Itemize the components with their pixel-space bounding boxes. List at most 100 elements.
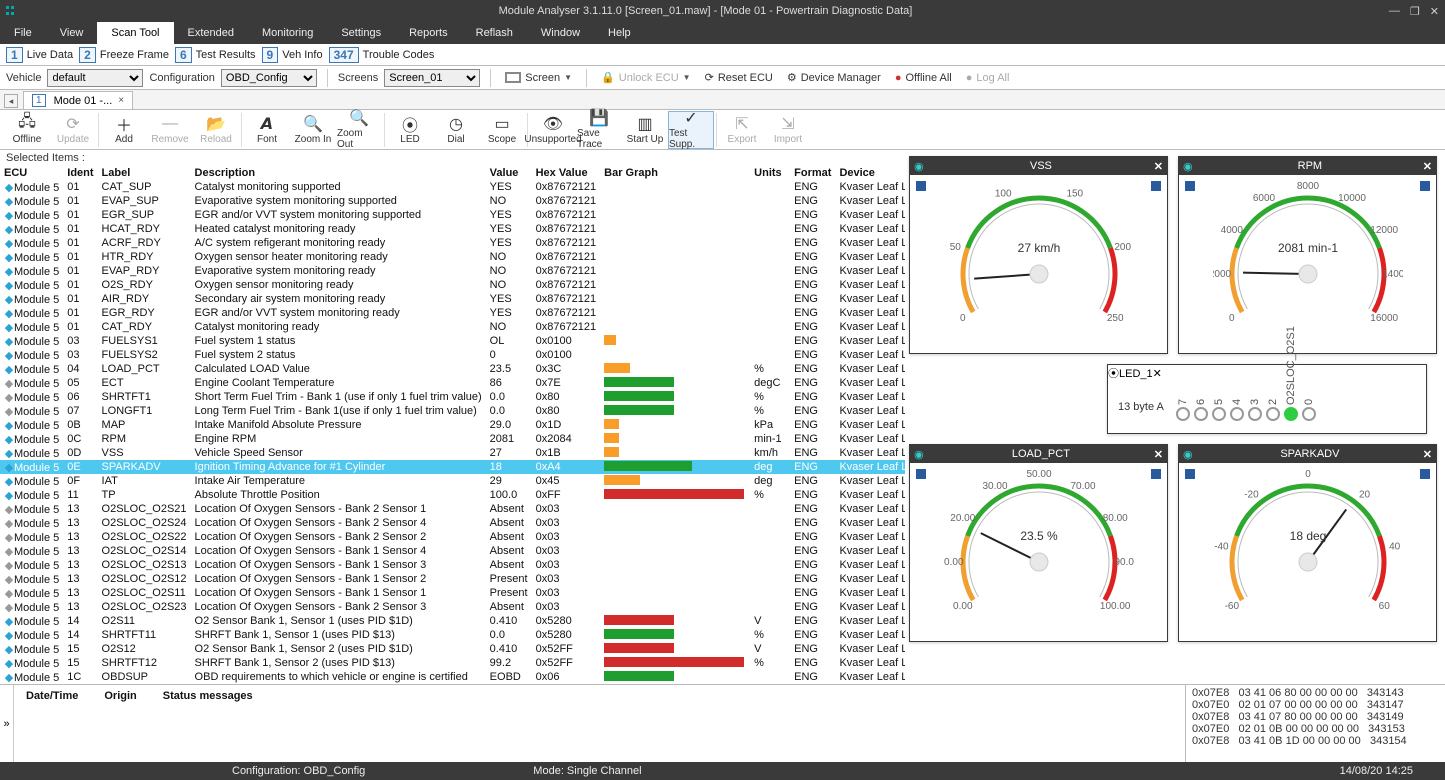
device-manager-button[interactable]: ⚙ Device Manager <box>783 70 885 85</box>
tool-font[interactable]: 𝘼Font <box>244 111 290 149</box>
offline-all-button[interactable]: ● Offline All <box>891 71 956 85</box>
table-row[interactable]: ◆Module 501CAT_SUPCatalyst monitoring su… <box>0 180 905 194</box>
tab-mode01[interactable]: 1 Mode 01 -... × <box>23 91 133 109</box>
table-row[interactable]: ◆Module 501EGR_RDYEGR and/or VVT system … <box>0 306 905 320</box>
close-icon[interactable]: ✕ <box>1423 160 1432 173</box>
table-row[interactable]: ◆Module 511TPAbsolute Throttle Position1… <box>0 488 905 502</box>
col-format[interactable]: Format <box>790 166 835 180</box>
table-row[interactable]: ◆Module 501EVAP_SUPEvaporative system mo… <box>0 194 905 208</box>
tab-close-icon[interactable]: × <box>118 95 124 106</box>
table-row[interactable]: ◆Module 50ESPARKADVIgnition Timing Advan… <box>0 460 905 474</box>
gauge-rpm[interactable]: ◉RPM✕ 0200040006000800010000120001400016… <box>1178 156 1437 354</box>
table-row[interactable]: ◆Module 513O2SLOC_O2S12Location Of Oxyge… <box>0 572 905 586</box>
table-row[interactable]: ◆Module 513O2SLOC_O2S24Location Of Oxyge… <box>0 516 905 530</box>
menu-help[interactable]: Help <box>594 22 645 44</box>
tool-update[interactable]: ⟳Update <box>50 111 96 149</box>
close-icon[interactable]: ✕ <box>1423 448 1432 461</box>
tool-add[interactable]: ＋Add <box>101 111 147 149</box>
col-bar-graph[interactable]: Bar Graph <box>600 166 750 180</box>
close-icon[interactable]: ✕ <box>1153 368 1162 380</box>
table-row[interactable]: ◆Module 503FUELSYS1Fuel system 1 statusO… <box>0 334 905 348</box>
table-row[interactable]: ◆Module 506SHRTFT1Short Term Fuel Trim -… <box>0 390 905 404</box>
table-row[interactable]: ◆Module 514O2S11O2 Sensor Bank 1, Sensor… <box>0 614 905 628</box>
menu-reports[interactable]: Reports <box>395 22 462 44</box>
table-row[interactable]: ◆Module 501ACRF_RDYA/C system refigerant… <box>0 236 905 250</box>
col-label[interactable]: Label <box>98 166 191 180</box>
col-value[interactable]: Value <box>486 166 532 180</box>
pin-left-button[interactable]: ◂ <box>4 94 18 108</box>
table-row[interactable]: ◆Module 515O2S12O2 Sensor Bank 1, Sensor… <box>0 642 905 656</box>
table-row[interactable]: ◆Module 505ECTEngine Coolant Temperature… <box>0 376 905 390</box>
table-row[interactable]: ◆Module 513O2SLOC_O2S21Location Of Oxyge… <box>0 502 905 516</box>
table-row[interactable]: ◆Module 515SHRTFT12SHRFT Bank 1, Sensor … <box>0 656 905 670</box>
menu-reflash[interactable]: Reflash <box>462 22 527 44</box>
vehicle-select[interactable]: default <box>47 69 143 87</box>
tool-unsupported[interactable]: 👁Unsupported <box>530 111 576 149</box>
tool-led[interactable]: ⦿LED <box>387 111 433 149</box>
tool-zoom-in[interactable]: 🔍Zoom In <box>290 111 336 149</box>
unlock-ecu-button[interactable]: 🔒 Unlock ECU ▼ <box>597 70 695 85</box>
col-ident[interactable]: Ident <box>63 166 97 180</box>
reset-ecu-button[interactable]: ⟳ Reset ECU <box>701 70 777 85</box>
table-row[interactable]: ◆Module 51COBDSUPOBD requirements to whi… <box>0 670 905 684</box>
table-row[interactable]: ◆Module 501AIR_RDYSecondary air system m… <box>0 292 905 306</box>
menu-scan-tool[interactable]: Scan Tool <box>97 22 173 44</box>
minimize-button[interactable]: — <box>1389 5 1400 18</box>
close-button[interactable]: ✕ <box>1430 5 1439 18</box>
close-icon[interactable]: ✕ <box>1154 160 1163 173</box>
log-all-button[interactable]: ● Log All <box>962 71 1014 85</box>
col-hex-value[interactable]: Hex Value <box>532 166 601 180</box>
menu-file[interactable]: File <box>0 22 46 44</box>
col-units[interactable]: Units <box>750 166 790 180</box>
table-row[interactable]: ◆Module 513O2SLOC_O2S14Location Of Oxyge… <box>0 544 905 558</box>
segment-veh-info[interactable]: 9Veh Info <box>262 47 323 63</box>
config-select[interactable]: OBD_Config <box>221 69 317 87</box>
col-device[interactable]: Device <box>835 166 905 180</box>
col-description[interactable]: Description <box>191 166 486 180</box>
table-row[interactable]: ◆Module 501EGR_SUPEGR and/or VVT system … <box>0 208 905 222</box>
tool-test-supp-[interactable]: ✓Test Supp. <box>668 111 714 149</box>
menu-view[interactable]: View <box>46 22 98 44</box>
tool-start-up[interactable]: ▥Start Up <box>622 111 668 149</box>
table-row[interactable]: ◆Module 513O2SLOC_O2S22Location Of Oxyge… <box>0 530 905 544</box>
table-row[interactable]: ◆Module 501HTR_RDYOxygen sensor heater m… <box>0 250 905 264</box>
data-grid[interactable]: ECUIdentLabelDescriptionValueHex ValueBa… <box>0 166 905 684</box>
table-row[interactable]: ◆Module 507LONGFT1Long Term Fuel Trim - … <box>0 404 905 418</box>
menu-window[interactable]: Window <box>527 22 594 44</box>
tool-reload[interactable]: 📂Reload <box>193 111 239 149</box>
table-row[interactable]: ◆Module 513O2SLOC_O2S23Location Of Oxyge… <box>0 600 905 614</box>
table-row[interactable]: ◆Module 501EVAP_RDYEvaporative system mo… <box>0 264 905 278</box>
hex-log[interactable]: 0x07E8 03 41 06 80 00 00 00 00 3431430x0… <box>1185 685 1445 762</box>
menu-monitoring[interactable]: Monitoring <box>248 22 327 44</box>
table-row[interactable]: ◆Module 501HCAT_RDYHeated catalyst monit… <box>0 222 905 236</box>
maximize-button[interactable]: ❐ <box>1410 5 1420 18</box>
gauge-vss[interactable]: ◉VSS✕ 05010015020025027 km/h <box>909 156 1168 354</box>
table-row[interactable]: ◆Module 50FIATIntake Air Temperature290x… <box>0 474 905 488</box>
table-row[interactable]: ◆Module 501O2S_RDYOxygen sensor monitori… <box>0 278 905 292</box>
col-ecu[interactable]: ECU <box>0 166 63 180</box>
tool-zoom-out[interactable]: 🔍Zoom Out <box>336 111 382 149</box>
table-row[interactable]: ◆Module 514SHRTFT11SHRFT Bank 1, Sensor … <box>0 628 905 642</box>
tool-import[interactable]: ⇲Import <box>765 111 811 149</box>
gauge-sparkadv[interactable]: ◉SPARKADV✕ -60-40-20020406018 deg <box>1178 444 1437 642</box>
table-row[interactable]: ◆Module 513O2SLOC_O2S11Location Of Oxyge… <box>0 586 905 600</box>
table-row[interactable]: ◆Module 503FUELSYS2Fuel system 2 status0… <box>0 348 905 362</box>
tool-remove[interactable]: —Remove <box>147 111 193 149</box>
tool-export[interactable]: ⇱Export <box>719 111 765 149</box>
table-row[interactable]: ◆Module 50BMAPIntake Manifold Absolute P… <box>0 418 905 432</box>
close-icon[interactable]: ✕ <box>1154 448 1163 461</box>
segment-freeze-frame[interactable]: 2Freeze Frame <box>79 47 169 63</box>
table-row[interactable]: ◆Module 513O2SLOC_O2S13Location Of Oxyge… <box>0 558 905 572</box>
tool-offline[interactable]: 🖧Offline <box>4 111 50 149</box>
menu-extended[interactable]: Extended <box>174 22 248 44</box>
segment-test-results[interactable]: 6Test Results <box>175 47 256 63</box>
screen-button[interactable]: Screen ▼ <box>501 71 576 85</box>
table-row[interactable]: ◆Module 501CAT_RDYCatalyst monitoring re… <box>0 320 905 334</box>
gauge-load-pct[interactable]: ◉LOAD_PCT✕ 0.0010.0020.0030.0050.0070.00… <box>909 444 1168 642</box>
table-row[interactable]: ◆Module 50CRPMEngine RPM20810x2084min-1E… <box>0 432 905 446</box>
segment-live-data[interactable]: 1Live Data <box>6 47 73 63</box>
screens-select[interactable]: Screen_01 <box>384 69 480 87</box>
led-window[interactable]: ⦿LED_1✕ 13 byte A765432O2SLOC_O2S10 <box>1107 364 1427 434</box>
table-row[interactable]: ◆Module 504LOAD_PCTCalculated LOAD Value… <box>0 362 905 376</box>
segment-trouble-codes[interactable]: 347Trouble Codes <box>329 47 435 63</box>
